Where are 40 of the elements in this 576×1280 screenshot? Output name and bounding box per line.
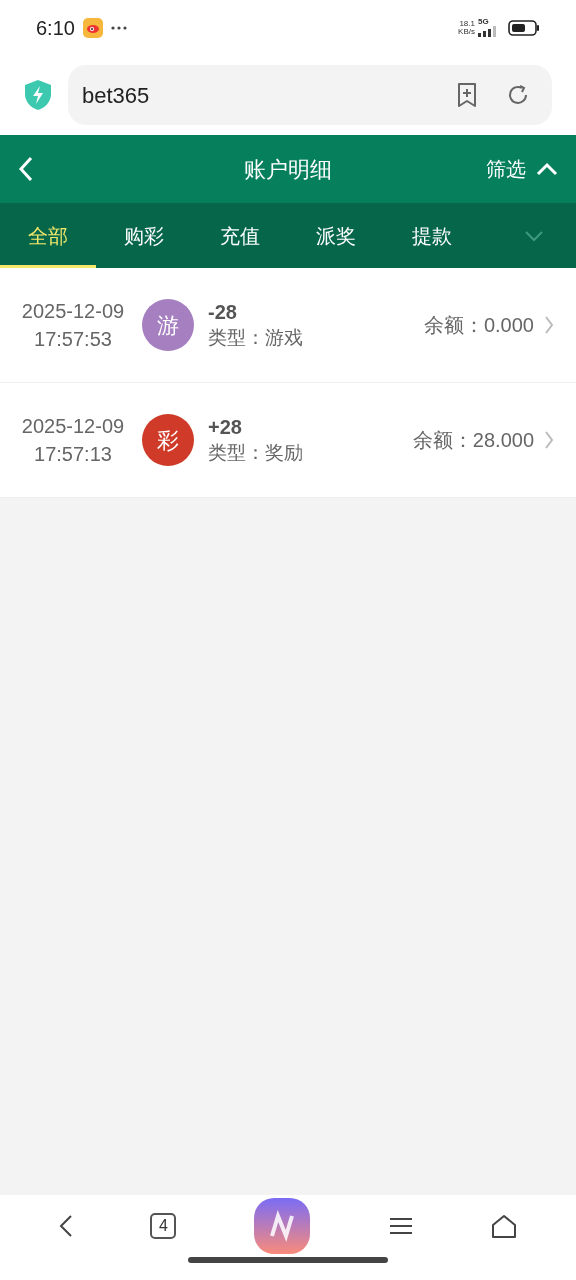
weibo-icon xyxy=(82,17,103,38)
page-title: 账户明细 xyxy=(244,155,332,184)
address-bar[interactable]: bet365 xyxy=(68,65,552,125)
record-balance: 余额：0.000 xyxy=(423,313,534,338)
record-amount: +28 xyxy=(208,415,243,440)
back-icon[interactable] xyxy=(58,1214,73,1238)
home-icon[interactable] xyxy=(491,1213,518,1239)
record-type: 类型：游戏 xyxy=(208,326,304,350)
category-avatar: 彩 xyxy=(142,414,194,466)
record-time: 17:57:13 xyxy=(34,442,112,467)
chevron-up-icon xyxy=(536,162,558,176)
tab[interactable]: 购彩 xyxy=(96,203,192,268)
speed-unit: KB/s xyxy=(458,27,475,36)
record-time: 17:57:53 xyxy=(34,327,112,352)
refresh-icon[interactable] xyxy=(506,83,530,107)
status-time: 6:10 xyxy=(36,15,75,41)
category-avatar: 游 xyxy=(142,299,194,351)
network-speed: 18.1 xyxy=(459,19,475,28)
record-date: 2025-12-09 xyxy=(21,299,125,324)
app-icon[interactable] xyxy=(254,1198,310,1254)
chevron-right-icon xyxy=(544,315,554,335)
more-icon xyxy=(110,25,127,30)
shield-icon xyxy=(24,79,52,111)
chevron-right-icon xyxy=(544,430,554,450)
record-row[interactable]: 2025-12-09 17:57:53 游 -28 类型：游戏 余额：0.000 xyxy=(0,268,576,383)
filter-button[interactable]: 筛选 xyxy=(486,154,558,184)
record-date: 2025-12-09 xyxy=(21,414,125,439)
tab[interactable]: 提款 xyxy=(384,203,480,268)
tab[interactable]: 派奖 xyxy=(288,203,384,268)
record-balance: 余额：28.000 xyxy=(412,428,534,453)
record-type: 类型：奖励 xyxy=(208,441,304,465)
tab[interactable]: 充值 xyxy=(192,203,288,268)
record-row[interactable]: 2025-12-09 17:57:13 彩 +28 类型：奖励 余额：28.000 xyxy=(0,383,576,498)
bookmark-add-icon[interactable] xyxy=(456,82,478,108)
battery-icon xyxy=(508,19,540,36)
record-amount: -28 xyxy=(208,300,238,325)
network-type: 5G xyxy=(478,18,489,26)
menu-icon[interactable] xyxy=(387,1216,414,1236)
url-text: bet365 xyxy=(82,81,151,110)
tab-count-button[interactable]: 4 xyxy=(150,1213,177,1239)
